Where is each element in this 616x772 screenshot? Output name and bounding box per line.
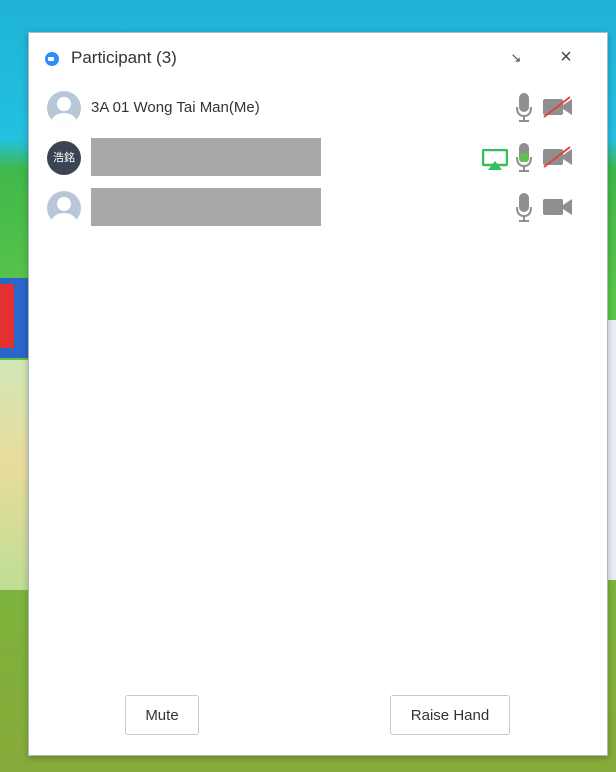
microphone-icon[interactable] bbox=[516, 193, 532, 223]
redacted-name bbox=[91, 188, 321, 226]
background-window-fragment bbox=[0, 284, 14, 348]
raise-hand-button[interactable]: Raise Hand bbox=[390, 695, 510, 735]
avatar-icon bbox=[47, 91, 81, 125]
participant-row[interactable] bbox=[29, 186, 607, 230]
participant-name: 3A 01 Wong Tai Man(Me) bbox=[91, 99, 260, 116]
video-icon[interactable] bbox=[542, 196, 574, 218]
mute-button[interactable]: Mute bbox=[125, 695, 199, 735]
participants-panel: Participant (3) ↘ × 3A 01 Wong Tai Man(M… bbox=[28, 32, 608, 756]
avatar-icon: 浩銘 bbox=[47, 141, 81, 175]
panel-title: Participant (3) bbox=[71, 48, 177, 67]
collapse-icon[interactable]: ↘ bbox=[507, 49, 525, 67]
video-off-icon[interactable] bbox=[542, 146, 574, 168]
panel-titlebar: Participant (3) ↘ × bbox=[29, 33, 607, 83]
participant-row[interactable]: 浩銘 bbox=[29, 136, 607, 180]
video-off-icon[interactable] bbox=[542, 96, 574, 118]
avatar-icon bbox=[47, 191, 81, 225]
close-icon[interactable]: × bbox=[556, 47, 576, 67]
microphone-icon[interactable] bbox=[516, 143, 532, 173]
participant-row[interactable]: 3A 01 Wong Tai Man(Me) bbox=[29, 86, 607, 130]
background-window-edge bbox=[607, 320, 616, 580]
screen-share-icon bbox=[482, 149, 508, 170]
app-logo-icon bbox=[45, 52, 59, 66]
redacted-name bbox=[91, 138, 321, 176]
microphone-icon[interactable] bbox=[516, 93, 532, 123]
background-image-fragment bbox=[0, 360, 30, 590]
